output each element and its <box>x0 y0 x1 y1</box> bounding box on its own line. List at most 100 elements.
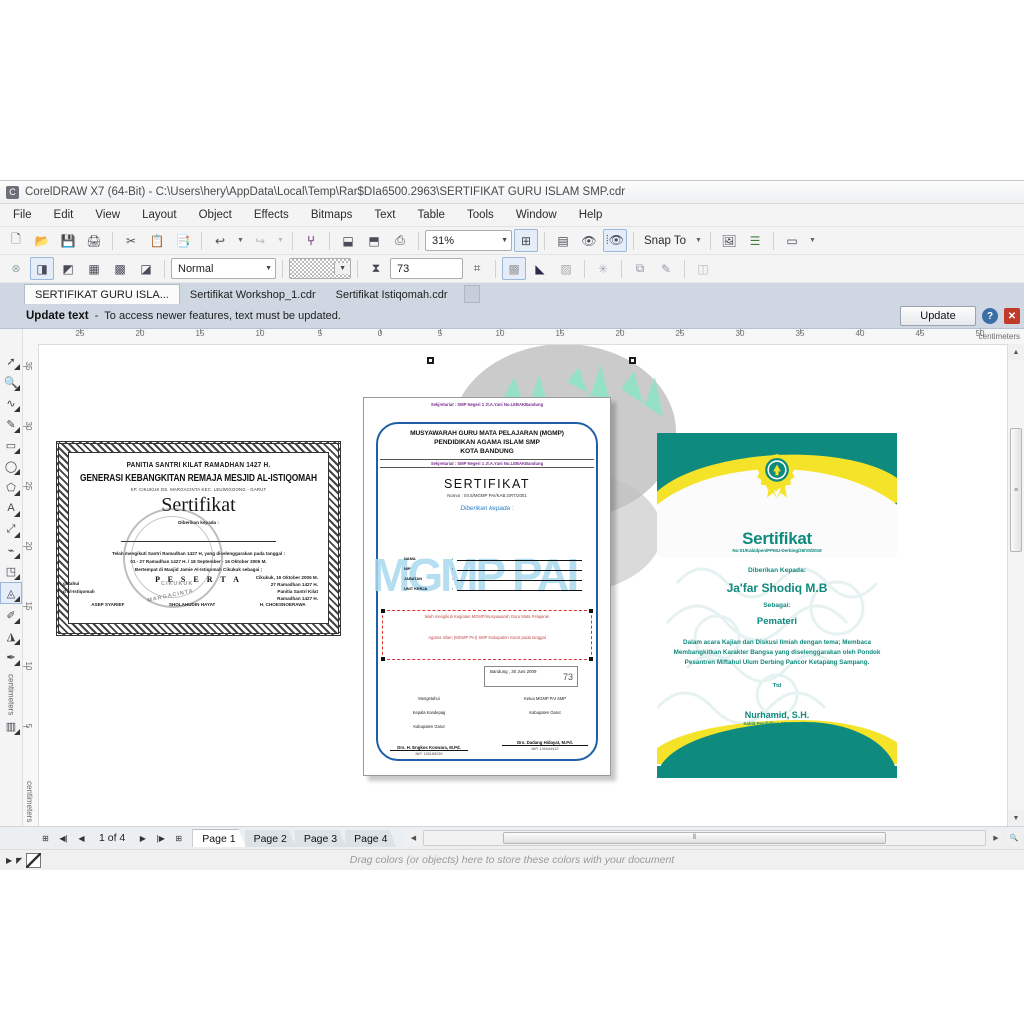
edit-transparency-icon[interactable]: ✎ <box>654 257 678 280</box>
text-tool[interactable]: A <box>1 498 21 518</box>
drawing-canvas[interactable]: INDO CIKUKUK MARGACINTA PA <box>39 345 1007 826</box>
transparency-target-outline-icon[interactable]: ◣ <box>528 257 552 280</box>
certificate-middle[interactable]: MGMP PAI Sekjretariat : SMP Negeri 1 Jl.… <box>363 397 611 776</box>
ellipse-tool[interactable]: ◯ <box>1 456 21 476</box>
page-tab-3[interactable]: Page 3 <box>295 830 346 847</box>
menu-layout[interactable]: Layout <box>131 206 188 224</box>
transparency-mode-combo[interactable]: Normal ▼ <box>171 258 276 279</box>
menu-object[interactable]: Object <box>188 206 243 224</box>
two-color-pattern-icon[interactable]: ▩ <box>108 257 132 280</box>
paste-icon[interactable]: 📑 <box>171 229 195 252</box>
certificate-left[interactable]: CIKUKUK MARGACINTA PANITIA SANTRI KILAT … <box>56 441 341 636</box>
add-page-first-icon[interactable]: ⊞ <box>38 831 53 846</box>
previous-page-icon[interactable]: ◀ <box>74 831 89 846</box>
menu-text[interactable]: Text <box>363 206 406 224</box>
application-launcher-icon[interactable]: 🖼 <box>717 229 741 252</box>
selection-handle[interactable] <box>381 609 385 613</box>
horizontal-scroll-track[interactable]: ⦀ <box>423 830 986 846</box>
certificate-right[interactable]: Sertifikat No:01/Kabidpen/PPMU-Derbing/2… <box>657 433 897 778</box>
transparency-value-input[interactable]: 73 <box>390 258 463 279</box>
new-document-tab-button[interactable] <box>464 285 480 303</box>
snap-to-dropdown-icon[interactable]: ▼ <box>692 229 704 252</box>
transparency-tool[interactable]: ◬ <box>0 582 22 604</box>
cut-icon[interactable]: ✂ <box>119 229 143 252</box>
publish-pdf-icon[interactable]: ⎙ <box>388 229 412 252</box>
transparency-target-all-icon[interactable]: ▨ <box>554 257 578 280</box>
fountain-transparency-icon[interactable]: ◩ <box>56 257 80 280</box>
freeze-transparency-icon[interactable]: ✳ <box>591 257 615 280</box>
pick-tool[interactable]: ➚ <box>1 351 21 371</box>
transparency-target-fill-icon[interactable]: ▩ <box>502 257 526 280</box>
smart-fill-tool[interactable]: ✎ <box>1 414 21 434</box>
drop-shadow-tool[interactable]: ◳ <box>1 561 21 581</box>
zoom-fit-icon[interactable]: 🔍 <box>1006 830 1022 846</box>
outline-tool[interactable]: ✒ <box>1 647 21 667</box>
first-page-icon[interactable]: ◀| <box>56 831 71 846</box>
transparency-swatch-picker[interactable]: ▼ <box>289 258 351 279</box>
snap-to-label[interactable]: Snap To <box>640 235 690 247</box>
open-icon[interactable]: 📂 <box>30 229 54 252</box>
interactive-fill-tool[interactable]: ◮ <box>1 626 21 646</box>
page-tab-2[interactable]: Page 2 <box>245 830 296 847</box>
document-tab-2[interactable]: Sertifikat Istiqomah.cdr <box>326 285 458 304</box>
menu-window[interactable]: Window <box>505 206 568 224</box>
texture-transparency-icon[interactable]: ◪ <box>134 257 158 280</box>
polygon-tool[interactable]: ⬠ <box>1 477 21 497</box>
options-icon[interactable]: ▤ <box>551 229 575 252</box>
menu-view[interactable]: View <box>84 206 131 224</box>
last-page-icon[interactable]: |▶ <box>153 831 168 846</box>
scroll-left-arrow[interactable]: ◀ <box>405 830 421 846</box>
save-icon[interactable]: 💾 <box>56 229 80 252</box>
search-content-icon[interactable]: ⑂ <box>299 229 323 252</box>
uniform-transparency-icon[interactable]: ◨ <box>30 257 54 280</box>
freehand-tool[interactable]: ∿ <box>1 393 21 413</box>
selection-handle[interactable] <box>589 657 593 661</box>
scroll-up-arrow[interactable]: ▲ <box>1008 344 1024 360</box>
close-icon[interactable]: ✕ <box>1004 308 1020 324</box>
vertical-scrollbar[interactable]: ▲ ≡ ▼ <box>1007 344 1024 826</box>
import-icon[interactable]: ⬓ <box>336 229 360 252</box>
vertical-scroll-thumb[interactable]: ≡ <box>1010 428 1022 552</box>
menu-table[interactable]: Table <box>406 206 456 224</box>
connector-tool[interactable]: ⌁ <box>1 540 21 560</box>
menu-tools[interactable]: Tools <box>456 206 505 224</box>
horizontal-scrollbar[interactable]: ◀ ⦀ ▶ 🔍 <box>405 831 1022 846</box>
page-layout-dropdown-icon[interactable]: ▼ <box>806 229 818 252</box>
scroll-right-arrow[interactable]: ▶ <box>988 830 1004 846</box>
add-page-last-icon[interactable]: ⊞ <box>171 831 186 846</box>
menu-edit[interactable]: Edit <box>43 206 85 224</box>
view-manager-icon[interactable]: 👁 <box>577 229 601 252</box>
pattern-transparency-icon[interactable]: ▦ <box>82 257 106 280</box>
selection-handle[interactable] <box>589 609 593 613</box>
menu-effects[interactable]: Effects <box>243 206 300 224</box>
selected-text-frame[interactable]: telah mengikuti Kegiatan MGMP/musyawarah… <box>382 610 592 660</box>
document-tab-1[interactable]: Sertifikat Workshop_1.cdr <box>180 285 326 304</box>
help-icon[interactable]: ? <box>982 308 998 324</box>
page-tab-1[interactable]: Page 1 <box>192 829 245 847</box>
page-tab-4[interactable]: Page 4 <box>345 830 396 847</box>
copy-transparency-icon[interactable]: ⧉ <box>628 257 652 280</box>
object-manager-icon[interactable]: ☰ <box>743 229 767 252</box>
rectangle-tool[interactable]: ▭ <box>1 435 21 455</box>
horizontal-scroll-thumb[interactable]: ⦀ <box>503 832 886 844</box>
undo-dropdown-icon[interactable]: ▼ <box>234 229 246 252</box>
no-transparency-icon[interactable]: ⊗ <box>4 257 28 280</box>
selection-handle[interactable] <box>381 657 385 661</box>
export-icon[interactable]: ⬒ <box>362 229 386 252</box>
menu-help[interactable]: Help <box>568 206 614 224</box>
next-page-icon[interactable]: ▶ <box>135 831 150 846</box>
menu-file[interactable]: File <box>2 206 43 224</box>
document-tab-0[interactable]: SERTIFIKAT GURU ISLA... <box>24 284 180 304</box>
copy-icon[interactable]: 📋 <box>145 229 169 252</box>
color-eyedropper-tool[interactable]: ✐ <box>1 605 21 625</box>
scroll-down-arrow[interactable]: ▼ <box>1008 810 1024 826</box>
mesh-fill-tool[interactable]: ▥ <box>1 716 21 736</box>
parallel-dimension-tool[interactable]: ⤢ <box>1 519 21 539</box>
vertical-ruler[interactable]: 35 30 25 20 15 10 5 centimeters <box>23 344 39 826</box>
zoom-tool[interactable]: 🔍 <box>1 372 21 392</box>
update-button[interactable]: Update <box>900 306 976 326</box>
print-icon[interactable]: 🖨 <box>82 229 106 252</box>
horizontal-ruler[interactable]: 25 20 15 10 5 0 5 10 15 20 25 30 35 40 4… <box>23 329 1024 345</box>
menu-bitmaps[interactable]: Bitmaps <box>300 206 364 224</box>
undo-icon[interactable]: ↩ <box>208 229 232 252</box>
